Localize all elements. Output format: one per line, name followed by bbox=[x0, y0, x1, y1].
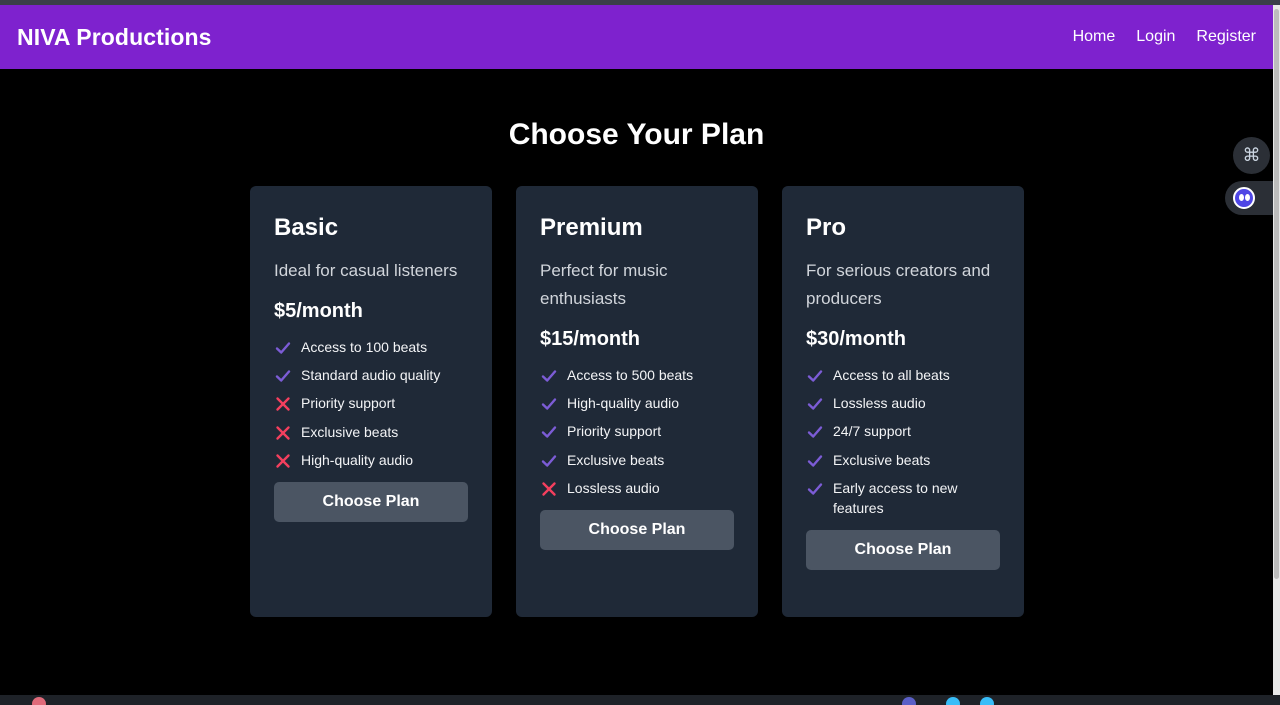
check-icon bbox=[541, 426, 557, 439]
choose-plan-button-basic[interactable]: Choose Plan bbox=[274, 481, 468, 522]
plan-name: Premium bbox=[540, 214, 643, 241]
feature-label: Priority support bbox=[567, 423, 662, 440]
feature-label: Early access to new features bbox=[833, 479, 958, 516]
check-icon bbox=[541, 454, 557, 467]
check-icon bbox=[807, 426, 823, 439]
check-icon bbox=[807, 454, 823, 467]
feature-label: Access to 500 beats bbox=[567, 367, 694, 383]
feature-label: Lossless audio bbox=[567, 479, 660, 496]
feature-label: 24/7 support bbox=[833, 423, 911, 440]
feature-label: Exclusive beats bbox=[833, 451, 931, 468]
plan-card-premium: Premium Perfect for music enthusiasts $1… bbox=[516, 186, 758, 617]
check-icon bbox=[275, 370, 291, 382]
check-icon bbox=[541, 370, 557, 382]
check-icon bbox=[541, 398, 557, 410]
nav-login-link[interactable]: Login bbox=[1136, 28, 1175, 46]
plans-container: Basic Ideal for casual listeners $5/mont… bbox=[250, 186, 1024, 617]
nav-home-link[interactable]: Home bbox=[1073, 28, 1116, 46]
feature-item: High-quality audio bbox=[274, 450, 468, 470]
nav-register-link[interactable]: Register bbox=[1196, 28, 1256, 46]
brand-logo[interactable]: NIVA Productions bbox=[17, 24, 212, 51]
plan-price: $15/month bbox=[540, 328, 641, 350]
plan-description: Perfect for music enthusiasts bbox=[540, 261, 668, 308]
feature-item: Priority support bbox=[540, 421, 734, 441]
check-icon bbox=[275, 342, 291, 354]
feature-label: High-quality audio bbox=[301, 451, 414, 468]
os-taskbar bbox=[0, 695, 1280, 705]
feature-label: High-quality audio bbox=[567, 395, 680, 412]
feature-label: Exclusive beats bbox=[567, 451, 665, 468]
x-icon bbox=[276, 425, 290, 440]
feature-item: Access to 500 beats bbox=[540, 365, 734, 385]
feature-label: Access to 100 beats bbox=[301, 339, 428, 355]
plan-price: $5/month bbox=[274, 300, 363, 322]
feature-item: Standard audio quality bbox=[274, 365, 468, 385]
assistant-face-icon bbox=[1233, 187, 1255, 209]
plan-card-pro: Pro For serious creators and producers $… bbox=[782, 186, 1024, 617]
feature-label: Exclusive beats bbox=[301, 423, 399, 440]
feature-item: Exclusive beats bbox=[540, 450, 734, 470]
scrollbar-thumb[interactable] bbox=[1274, 9, 1279, 579]
x-icon bbox=[276, 454, 290, 468]
feature-item: High-quality audio bbox=[540, 393, 734, 413]
feature-item: Exclusive beats bbox=[274, 422, 468, 442]
feature-label: Access to all beats bbox=[833, 367, 950, 383]
choose-plan-button-pro[interactable]: Choose Plan bbox=[806, 529, 1000, 570]
feature-item: 24/7 support bbox=[806, 421, 1000, 441]
plan-description: Ideal for casual listeners bbox=[274, 261, 458, 280]
feature-item: Lossless audio bbox=[806, 393, 1000, 413]
taskbar-app-icon[interactable] bbox=[980, 697, 994, 705]
plan-description: For serious creators and producers bbox=[806, 261, 991, 308]
assistant-icon[interactable] bbox=[1225, 181, 1273, 215]
plan-name: Pro bbox=[806, 214, 847, 241]
plan-price: $30/month bbox=[806, 328, 907, 350]
feature-item: Access to 100 beats bbox=[274, 337, 468, 357]
feature-list: Access to 100 beats Standard audio qualit… bbox=[274, 337, 468, 470]
choose-plan-button-premium[interactable]: Choose Plan bbox=[540, 509, 734, 550]
check-icon bbox=[807, 398, 823, 410]
check-icon bbox=[807, 370, 823, 382]
feature-list: Access to 500 beats High-quality audio Pri… bbox=[540, 365, 734, 498]
feature-label: Standard audio quality bbox=[301, 367, 441, 384]
feature-label: Priority support bbox=[301, 395, 396, 412]
feature-item: Access to all beats bbox=[806, 365, 1000, 385]
taskbar-app-icon[interactable] bbox=[902, 697, 916, 705]
plan-name: Basic bbox=[274, 214, 339, 241]
feature-label: Lossless audio bbox=[833, 395, 926, 412]
command-icon[interactable]: ⌘ bbox=[1233, 137, 1270, 174]
navbar: NIVA Productions Home Login Register bbox=[0, 5, 1273, 69]
x-icon bbox=[542, 482, 556, 496]
nav-links: Home Login Register bbox=[1052, 28, 1256, 46]
plan-card-basic: Basic Ideal for casual listeners $5/mont… bbox=[250, 186, 492, 617]
x-icon bbox=[276, 397, 290, 412]
feature-item: Lossless audio bbox=[540, 478, 734, 498]
taskbar-app-icon[interactable] bbox=[946, 697, 960, 705]
feature-item: Exclusive beats bbox=[806, 450, 1000, 470]
feature-item: Priority support bbox=[274, 393, 468, 413]
taskbar-app-icon[interactable] bbox=[32, 697, 46, 705]
page-title: Choose Your Plan bbox=[508, 118, 765, 151]
feature-list: Access to all beats Lossless audio 24/7 su… bbox=[806, 365, 1000, 518]
feature-item: Early access to new features bbox=[806, 478, 1000, 518]
check-icon bbox=[807, 483, 823, 495]
page-scrollbar[interactable] bbox=[1273, 5, 1280, 695]
